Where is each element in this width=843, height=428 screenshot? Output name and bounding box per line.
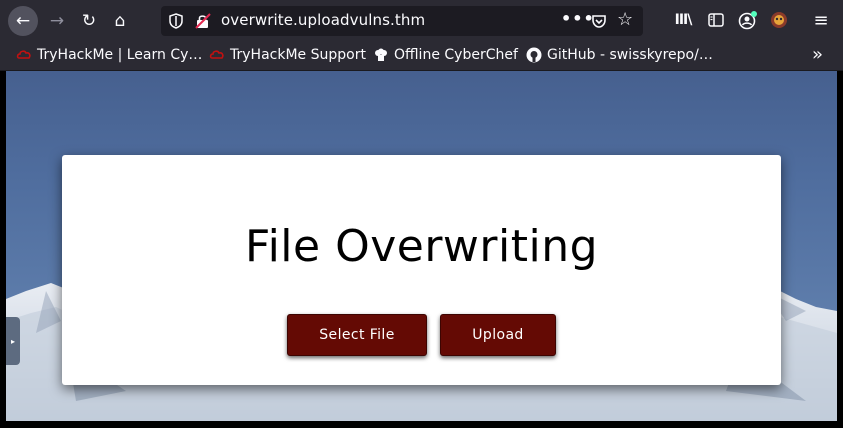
bookmark-label: TryHackMe Support	[230, 47, 366, 63]
insecure-connection-icon[interactable]	[195, 13, 211, 29]
home-button[interactable]: ⌂	[105, 6, 135, 36]
bookmark-github[interactable]: GitHub - swisskyrepo/…	[526, 47, 713, 63]
select-file-button[interactable]: Select File	[287, 314, 427, 356]
github-icon	[526, 47, 542, 63]
upload-card: File Overwriting Select File Upload	[62, 155, 781, 385]
url-text[interactable]: overwrite.uploadvulns.thm	[221, 11, 425, 29]
hamburger-menu-icon[interactable]: ≡	[810, 9, 832, 31]
library-icon[interactable]: III\	[672, 9, 694, 31]
back-arrow-icon: ←	[15, 11, 31, 31]
home-icon: ⌂	[114, 11, 126, 31]
browser-window: ← → ↻ ⌂ overwrite.uploadvulns.thm ••• ☆ …	[0, 0, 843, 428]
bookmark-tryhackme-support[interactable]: TryHackMe Support	[209, 47, 366, 63]
back-button[interactable]: ←	[8, 6, 38, 36]
chef-icon	[375, 48, 387, 61]
pocket-icon[interactable]	[591, 13, 607, 29]
tryhackme-icon	[16, 50, 31, 59]
tryhackme-icon	[209, 50, 224, 59]
account-icon[interactable]	[737, 9, 759, 31]
bookmark-tryhackme[interactable]: TryHackMe | Learn Cy…	[16, 47, 202, 63]
reload-icon: ↻	[81, 11, 97, 31]
upload-button[interactable]: Upload	[440, 314, 556, 356]
forward-button[interactable]: →	[42, 6, 72, 36]
bookmark-label: Offline CyberChef	[394, 47, 518, 63]
extension-icon[interactable]	[768, 9, 790, 31]
reload-button[interactable]: ↻	[74, 6, 104, 36]
bookmark-label: GitHub - swisskyrepo/…	[547, 47, 713, 63]
page-actions-icon[interactable]: •••	[561, 9, 595, 28]
bookmarks-overflow-icon[interactable]: »	[812, 44, 823, 65]
bookmark-star-icon[interactable]: ☆	[617, 9, 633, 30]
tracking-shield-icon[interactable]	[169, 13, 183, 29]
side-panel-tab[interactable]: ▸	[6, 317, 20, 365]
sidebar-toggle-icon[interactable]	[705, 9, 727, 31]
bookmark-label: TryHackMe | Learn Cy…	[37, 47, 203, 63]
bookmark-cyberchef[interactable]: Offline CyberChef	[373, 47, 518, 63]
forward-arrow-icon: →	[49, 11, 65, 31]
browser-toolbar: ← → ↻ ⌂ overwrite.uploadvulns.thm ••• ☆ …	[0, 0, 843, 41]
page-title: File Overwriting	[244, 221, 599, 272]
address-bar[interactable]: overwrite.uploadvulns.thm ••• ☆	[161, 6, 643, 36]
